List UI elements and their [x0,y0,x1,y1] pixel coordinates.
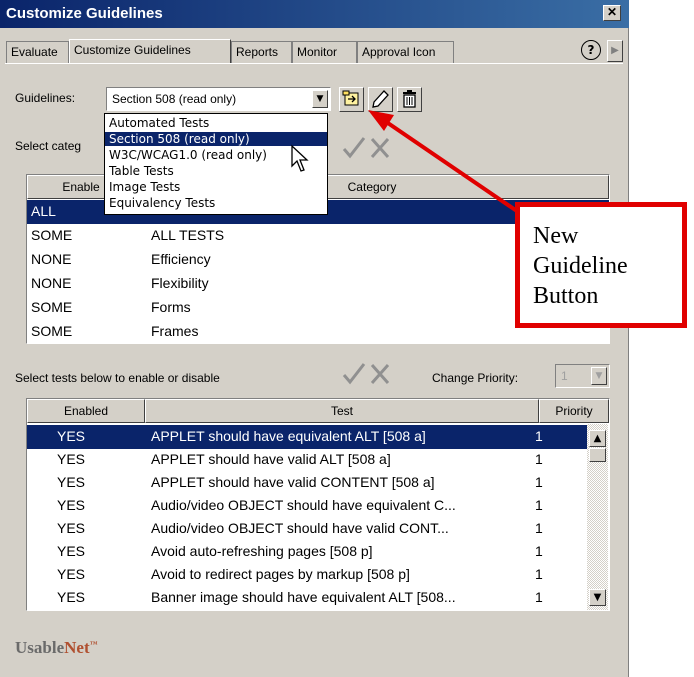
mouse-cursor-icon [291,144,309,172]
test-priority: 1 [535,474,543,490]
test-name: APPLET should have valid CONTENT [508 a] [151,474,435,490]
callout-line: Guideline [533,253,628,279]
test-name: Avoid to redirect pages by markup [508 p… [151,566,410,582]
test-name: Banner image should have equivalent ALT … [151,589,456,605]
tests-header-priority[interactable]: Priority [539,399,609,423]
callout-line: New [533,223,579,249]
categories-header-enabled-label: Enable [62,180,100,194]
test-enabled: YES [57,589,86,605]
tab-monitor[interactable]: Monitor [292,41,357,63]
test-priority: 1 [535,566,543,582]
test-name: Audio/video OBJECT should have equivalen… [151,497,456,513]
test-row[interactable]: YES APPLET should have equivalent ALT [5… [27,425,587,449]
category-enabled: SOME [31,227,73,243]
test-enabled: YES [57,520,86,536]
change-priority-label: Change Priority: [432,371,519,385]
scroll-up-icon[interactable]: ▲ [589,430,606,447]
dropdown-option[interactable]: Automated Tests [105,116,327,130]
logo-usable: Usable [15,638,65,657]
tests-header-test[interactable]: Test [145,399,539,423]
test-row[interactable]: YES Avoid auto-refreshing pages [508 p] … [27,540,587,564]
guidelines-dropdown[interactable]: Section 508 (read only) ▼ [106,87,331,111]
enable-check-icon [342,363,366,385]
window-title: Customize Guidelines [6,5,163,22]
category-name: Frames [151,323,199,339]
category-enabled: SOME [31,323,73,339]
priority-dropdown-value: 1 [561,369,568,383]
test-priority: 1 [535,520,543,536]
scroll-thumb[interactable] [589,448,606,462]
tab-customize-guidelines[interactable]: Customize Guidelines [69,39,231,64]
customize-guidelines-window: Customize Guidelines ✕ Evaluate Customiz… [0,0,629,677]
scroll-down-icon[interactable]: ▼ [589,589,606,606]
test-name: Avoid auto-refreshing pages [508 p] [151,543,373,559]
category-enabled: NONE [31,275,72,291]
guidelines-dropdown-value: Section 508 (read only) [112,92,237,106]
test-row[interactable]: YES Avoid to redirect pages by markup [5… [27,563,587,587]
callout-line: Button [533,283,599,309]
category-name: Efficiency [151,251,211,267]
test-enabled: YES [57,497,86,513]
category-enabled: SOME [31,299,73,315]
close-icon[interactable]: ✕ [603,5,621,21]
title-bar[interactable]: Customize Guidelines ✕ [0,0,629,28]
test-name: APPLET should have equivalent ALT [508 a… [151,428,426,444]
test-row[interactable]: YES Banner image should have equivalent … [27,586,587,610]
test-name: Audio/video OBJECT should have valid CON… [151,520,449,536]
tab-evaluate[interactable]: Evaluate [6,41,69,63]
test-priority: 1 [535,497,543,513]
logo-tm: ™ [89,639,98,649]
help-icon[interactable]: ? [581,40,601,60]
test-enabled: YES [57,566,86,582]
test-enabled: YES [57,543,86,559]
category-enabled: ALL [31,203,56,219]
test-priority: 1 [535,428,543,444]
test-enabled: YES [57,474,86,490]
new-guideline-callout: New Guideline Button [515,202,687,328]
select-categories-label: Select categ [15,139,82,153]
tab-divider [5,63,623,64]
priority-dropdown[interactable]: 1 ▼ [555,364,610,388]
test-enabled: YES [57,451,86,467]
test-actions [339,360,395,388]
tests-header-enabled[interactable]: Enabled [27,399,145,423]
test-row[interactable]: YES Audio/video OBJECT should have equiv… [27,494,587,518]
test-priority: 1 [535,543,543,559]
usablenet-logo: UsableNet™ [15,638,98,658]
test-priority: 1 [535,451,543,467]
tests-rows: YES APPLET should have equivalent ALT [5… [27,423,587,610]
category-name: Flexibility [151,275,209,291]
tab-scroll-right-icon[interactable]: ▶ [607,40,623,62]
tab-reports[interactable]: Reports [231,41,292,63]
chevron-down-icon[interactable]: ▼ [312,90,328,108]
dropdown-option[interactable]: Equivalency Tests [105,196,327,210]
category-name: Forms [151,299,191,315]
test-enabled: YES [57,428,86,444]
dropdown-option[interactable]: Image Tests [105,180,327,194]
tests-table: Enabled Test Priority YES APPLET should … [26,398,610,611]
tests-header-enabled-label: Enabled [63,404,109,418]
tests-scrollbar[interactable]: ▲ ▼ [587,424,608,610]
guidelines-label: Guidelines: [15,91,76,105]
test-row[interactable]: YES APPLET should have valid ALT [508 a]… [27,448,587,472]
category-name: ALL TESTS [151,227,225,243]
test-row[interactable]: YES APPLET should have valid CONTENT [50… [27,471,587,495]
chevron-down-icon[interactable]: ▼ [591,367,607,385]
disable-x-icon [370,364,390,384]
logo-net: Net [64,638,90,657]
test-name: APPLET should have valid ALT [508 a] [151,451,391,467]
category-enabled: NONE [31,251,72,267]
tests-header-priority-label: Priority [555,404,593,418]
test-row[interactable]: YES Audio/video OBJECT should have valid… [27,517,587,541]
tab-approval-icon[interactable]: Approval Icon [357,41,454,63]
select-tests-label: Select tests below to enable or disable [15,371,220,385]
tests-header-test-label: Test [330,404,353,418]
test-priority: 1 [535,589,543,605]
